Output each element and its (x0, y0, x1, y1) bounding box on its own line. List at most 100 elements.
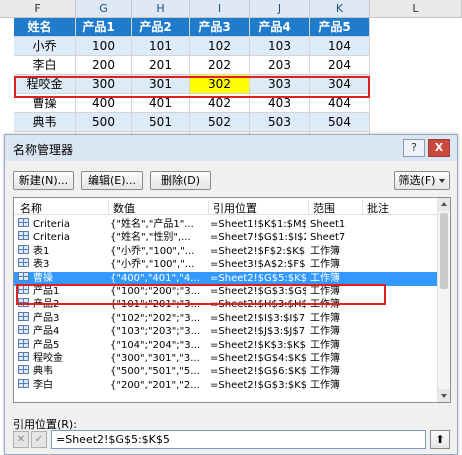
value-cell: {"104";"204";"3... (110, 339, 201, 351)
selected-name-annotation (16, 284, 386, 305)
value-cell: {"姓名","产品1"... (110, 219, 194, 230)
name-cell: 程咬金 (33, 353, 63, 364)
list-item[interactable]: 程咬金 {"300","301","3... =Sheet2!$G$4:$K$4 工作… (14, 352, 438, 365)
column-header-k[interactable]: K (310, 0, 370, 18)
column-header-name[interactable]: 名称 (14, 200, 106, 215)
table-name-icon (18, 338, 29, 348)
names-list[interactable]: 名称 数值 引用位置 范围 批注 Criteria {"姓名","产品1"... =… (13, 197, 451, 403)
column-header-i[interactable]: I (190, 0, 250, 18)
column-header-ref[interactable]: 引用位置 (208, 200, 306, 215)
table-cell[interactable]: 203 (250, 56, 310, 75)
list-item[interactable]: 产品4 {"103";"203";"3... =Sheet2!$J$3:$J$7 工作… (14, 325, 438, 338)
column-header-g[interactable]: G (76, 0, 132, 18)
column-header-f[interactable]: F (0, 0, 76, 18)
scope-cell: 工作簿 (310, 272, 340, 284)
table-name-icon (18, 258, 29, 268)
table-cell[interactable]: 101 (132, 37, 190, 56)
table-cell[interactable]: 504 (310, 113, 370, 132)
ref-cell: =Sheet2!$G$3:$K$3 (210, 379, 306, 391)
cancel-edit-button[interactable]: ✕ (13, 431, 29, 448)
list-item[interactable]: 产品5 {"104";"204";"3... =Sheet2!$K$3:$K$7 工作… (14, 338, 438, 352)
column-header-l[interactable]: L (370, 0, 462, 18)
scope-cell: 工作簿 (310, 339, 340, 351)
list-item[interactable]: 典韦 {"500","501","5... =Sheet2!$G$6:$K$6 工作簿 (14, 365, 438, 378)
table-cell[interactable]: 501 (132, 113, 190, 132)
ref-cell: =Sheet3!$A$2:$F$7 (210, 259, 306, 271)
name-cell: 产品3 (33, 312, 60, 324)
value-cell: {"300","301","3... (110, 353, 200, 364)
table-cell[interactable]: 104 (310, 37, 370, 56)
table-cell[interactable]: 503 (250, 113, 310, 132)
table-header-cell[interactable]: 产品5 (310, 18, 370, 37)
list-item[interactable]: Criteria {"姓名","性别",... =Sheet7!$G$1:$I$2 S… (14, 231, 438, 244)
table-cell[interactable]: 典韦 (14, 113, 76, 132)
table-name-icon (18, 325, 29, 335)
scroll-up-button[interactable] (438, 198, 450, 211)
table-header-cell[interactable]: 产品4 (250, 18, 310, 37)
value-cell: {"103";"203";"3... (110, 326, 201, 338)
table-name-icon (18, 231, 29, 241)
column-header-comment[interactable]: 批注 (362, 200, 438, 215)
ref-cell: =Sheet2!$I$3:$I$7 (210, 312, 306, 324)
ref-cell: =Sheet7!$G$1:$I$2 (210, 232, 306, 244)
value-cell: {"500","501","5... (110, 366, 200, 378)
list-item[interactable]: 李白 {"200","201","2... =Sheet2!$G$3:$K$3 工作簿 (14, 378, 438, 392)
chevron-down-icon (439, 179, 446, 183)
column-header-h[interactable]: H (132, 0, 190, 18)
name-cell: Criteria (33, 219, 70, 230)
name-cell: 李白 (33, 379, 53, 391)
scope-cell: 工作簿 (310, 326, 340, 338)
scope-cell: 工作簿 (310, 312, 340, 324)
table-cell[interactable]: 小乔 (14, 37, 76, 56)
column-header-j[interactable]: J (250, 0, 310, 18)
table-cell[interactable]: 201 (132, 56, 190, 75)
table-name-icon (18, 244, 29, 254)
ref-input[interactable]: =Sheet2!$G$5:$K$5 (51, 430, 426, 449)
ref-cell: =Sheet1!$K$1:$M$2 (210, 219, 306, 230)
scope-cell: Sheet7 (310, 232, 346, 244)
table-cell[interactable]: 200 (76, 56, 132, 75)
table-name-icon (18, 365, 29, 375)
list-scrollbar[interactable] (437, 198, 450, 402)
table-header-cell[interactable]: 姓名 (14, 18, 76, 37)
list-item[interactable]: Criteria {"姓名","产品1"... =Sheet1!$K$1:$M$2 S… (14, 218, 438, 231)
scope-cell: 工作簿 (310, 379, 340, 391)
value-cell: {"小乔","100","... (110, 245, 195, 257)
name-cell: 产品4 (33, 326, 60, 338)
filter-button[interactable]: 筛选(F) (394, 171, 450, 190)
filter-button-label: 筛选(F) (398, 174, 436, 187)
list-item[interactable]: 产品3 {"102";"202";"3... =Sheet2!$I$3:$I$7 工作… (14, 311, 438, 325)
name-cell: Criteria (33, 232, 70, 244)
table-cell[interactable]: 204 (310, 56, 370, 75)
scroll-down-button[interactable] (438, 389, 450, 402)
value-cell: {"200","201","2... (110, 379, 200, 391)
table-header-cell[interactable]: 产品3 (190, 18, 250, 37)
table-header-cell[interactable]: 产品2 (132, 18, 190, 37)
table-cell[interactable]: 李白 (14, 56, 76, 75)
column-header-scope[interactable]: 范围 (308, 200, 360, 215)
table-cell[interactable]: 100 (76, 37, 132, 56)
row-highlight-annotation (14, 76, 370, 98)
edit-button[interactable]: 编辑(E)... (81, 171, 143, 190)
name-cell: 表1 (33, 245, 50, 257)
new-button[interactable]: 新建(N)... (13, 171, 74, 190)
list-item[interactable]: 表3 {"小乔","100","... =Sheet3!$A$2:$F$7 工作簿 (14, 258, 438, 271)
table-cell[interactable]: 202 (190, 56, 250, 75)
scope-cell: 工作簿 (310, 366, 340, 378)
scroll-thumb[interactable] (440, 213, 448, 289)
help-button[interactable]: ? (403, 139, 425, 157)
table-cell[interactable]: 500 (76, 113, 132, 132)
column-header-value[interactable]: 数值 (108, 200, 206, 215)
confirm-edit-button[interactable]: ✓ (31, 431, 47, 448)
table-cell[interactable]: 102 (190, 37, 250, 56)
names-list-header: 名称 数值 引用位置 范围 批注 (14, 198, 438, 215)
table-cell[interactable]: 103 (250, 37, 310, 56)
list-item[interactable]: 表1 {"小乔","100","... =Sheet2!$F$2:$K$7 工作簿 (14, 244, 438, 258)
table-cell[interactable]: 502 (190, 113, 250, 132)
delete-button[interactable]: 删除(D) (150, 171, 211, 190)
dialog-title: 名称管理器 (13, 143, 74, 157)
collapse-dialog-button[interactable]: ⬆ (430, 430, 450, 449)
value-cell: {"姓名","性别",... (110, 232, 191, 244)
close-button[interactable]: X (428, 139, 450, 157)
table-header-cell[interactable]: 产品1 (76, 18, 132, 37)
